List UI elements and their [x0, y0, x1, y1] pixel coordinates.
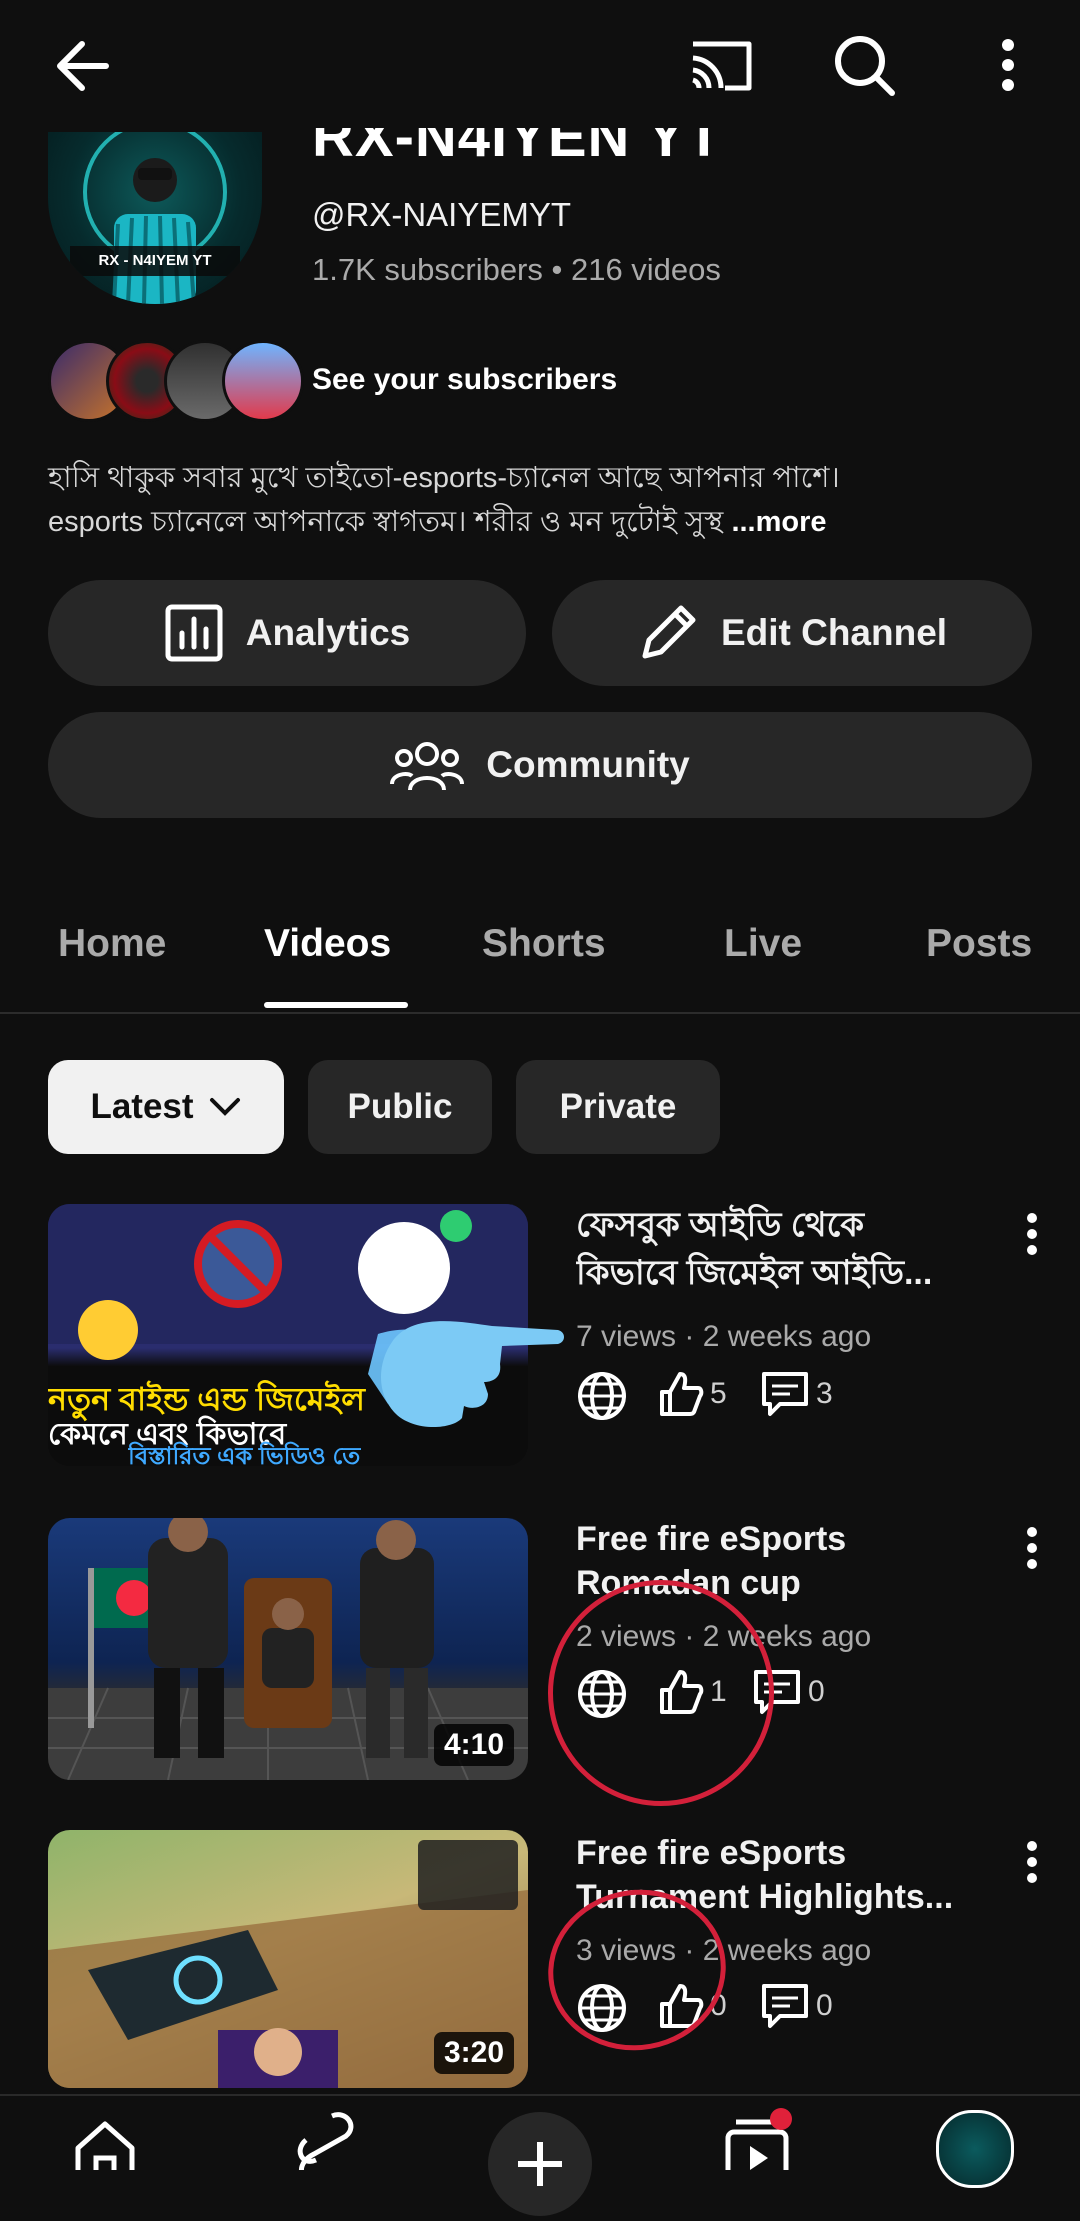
video-duration: 4:10: [433, 1724, 514, 1766]
comments-value: 3: [816, 1377, 833, 1410]
pointing-hand-sticker: [381, 1321, 564, 1428]
visibility-public[interactable]: [576, 1370, 634, 1422]
video-more-icon[interactable]: [1020, 1526, 1044, 1570]
pencil-icon: [642, 605, 696, 659]
channel-avatar[interactable]: RX - N4IYEM YT: [48, 132, 262, 304]
home-icon: [75, 2121, 135, 2170]
filter-private[interactable]: Private: [516, 1060, 720, 1154]
video-thumbnail[interactable]: 3:20: [48, 1830, 528, 2088]
likes-value: 5: [710, 1377, 727, 1410]
cast-button[interactable]: [680, 28, 764, 104]
video-title-line[interactable]: কিভাবে জিমেইল আইডি...: [576, 1252, 1016, 1295]
comments-count[interactable]: 3: [760, 1370, 833, 1418]
top-app-bar: [0, 0, 1080, 130]
comments-value: 0: [808, 1675, 825, 1708]
channel-handle: @RX-NAIYEMYT: [312, 196, 572, 233]
analytics-icon: [165, 604, 223, 662]
more-vertical-icon: [1002, 39, 1014, 91]
thumbs-up-icon: [660, 1372, 704, 1416]
filter-public[interactable]: Public: [308, 1060, 492, 1154]
edit-channel-label: Edit Channel: [720, 612, 948, 653]
description-line: হাসি থাকুক সবার মুখে তাইতো-esports-চ্যান…: [48, 462, 840, 494]
video-more-icon[interactable]: [1020, 1840, 1044, 1884]
community-label: Community: [486, 744, 690, 785]
description-line: esports চ্যানেলে আপনাকে স্বাগতম। শরীর ও …: [48, 506, 732, 538]
subscriber-avatar: [222, 340, 304, 422]
bottom-navigation: [0, 2094, 1080, 2216]
shorts-icon: [297, 2112, 354, 2170]
nav-create[interactable]: [488, 2112, 592, 2216]
video-meta: 7 views · 2 weeks ago: [576, 1320, 872, 1353]
tab-shorts[interactable]: Shorts: [482, 922, 606, 966]
likes-count[interactable]: 5: [656, 1370, 727, 1418]
notification-dot: [770, 2108, 792, 2130]
more-link[interactable]: ...more: [731, 506, 826, 538]
tab-live[interactable]: Live: [724, 922, 802, 966]
video-thumbnail[interactable]: 4:10: [48, 1518, 528, 1780]
avatar-label: RX - N4IYEM YT: [98, 252, 212, 269]
people-icon: [390, 742, 465, 791]
filter-latest[interactable]: Latest: [48, 1060, 284, 1154]
nav-you-avatar[interactable]: [936, 2110, 1014, 2188]
filter-latest-label: Latest: [90, 1087, 194, 1126]
arrow-left-icon: [57, 41, 109, 91]
video-actions: 5 3: [576, 1370, 976, 1426]
analytics-label: Analytics: [245, 612, 411, 653]
video-duration: 3:20: [433, 2032, 514, 2074]
tab-videos[interactable]: Videos: [264, 922, 391, 966]
video-title-line[interactable]: Free fire eSports: [576, 1518, 1016, 1561]
channel-description[interactable]: হাসি থাকুক সবার মুখে তাইতো-esports-চ্যান…: [48, 456, 1038, 544]
channel-avatar-art: [70, 132, 240, 304]
chevron-down-icon: [209, 1098, 240, 1116]
cast-icon: [692, 41, 752, 91]
analytics-button[interactable]: Analytics: [48, 580, 526, 686]
nav-home[interactable]: [70, 2114, 140, 2170]
video-title-line[interactable]: ফেসবুক আইডি থেকে: [576, 1204, 1016, 1247]
comment-icon: [762, 1984, 808, 2028]
comment-icon: [762, 1372, 808, 1416]
channel-stats: 1.7K subscribers • 216 videos: [312, 252, 721, 287]
comments-count[interactable]: 0: [760, 1982, 833, 2030]
search-icon: [835, 36, 895, 96]
community-button[interactable]: Community: [48, 712, 1032, 818]
more-options-button[interactable]: [986, 30, 1030, 100]
see-subscribers-link[interactable]: See your subscribers: [312, 363, 617, 397]
thumbnail-text: বিস্তারিত এক ভিডিও তে: [128, 1443, 361, 1466]
nav-shorts[interactable]: [292, 2110, 358, 2170]
globe-icon: [578, 1372, 626, 1420]
video-title-line[interactable]: Free fire eSports: [576, 1832, 1016, 1875]
tab-posts[interactable]: Posts: [926, 922, 1034, 966]
edit-channel-button[interactable]: Edit Channel: [552, 580, 1032, 686]
search-button[interactable]: [820, 26, 910, 106]
back-button[interactable]: [40, 28, 124, 104]
active-tab-indicator: [264, 1002, 408, 1008]
tab-home[interactable]: Home: [58, 922, 166, 966]
channel-tabs: Home Videos Shorts Live Posts: [0, 900, 1080, 1014]
comments-value: 0: [816, 1989, 833, 2022]
plus-icon: [518, 2142, 562, 2186]
video-more-icon[interactable]: [1020, 1212, 1044, 1256]
